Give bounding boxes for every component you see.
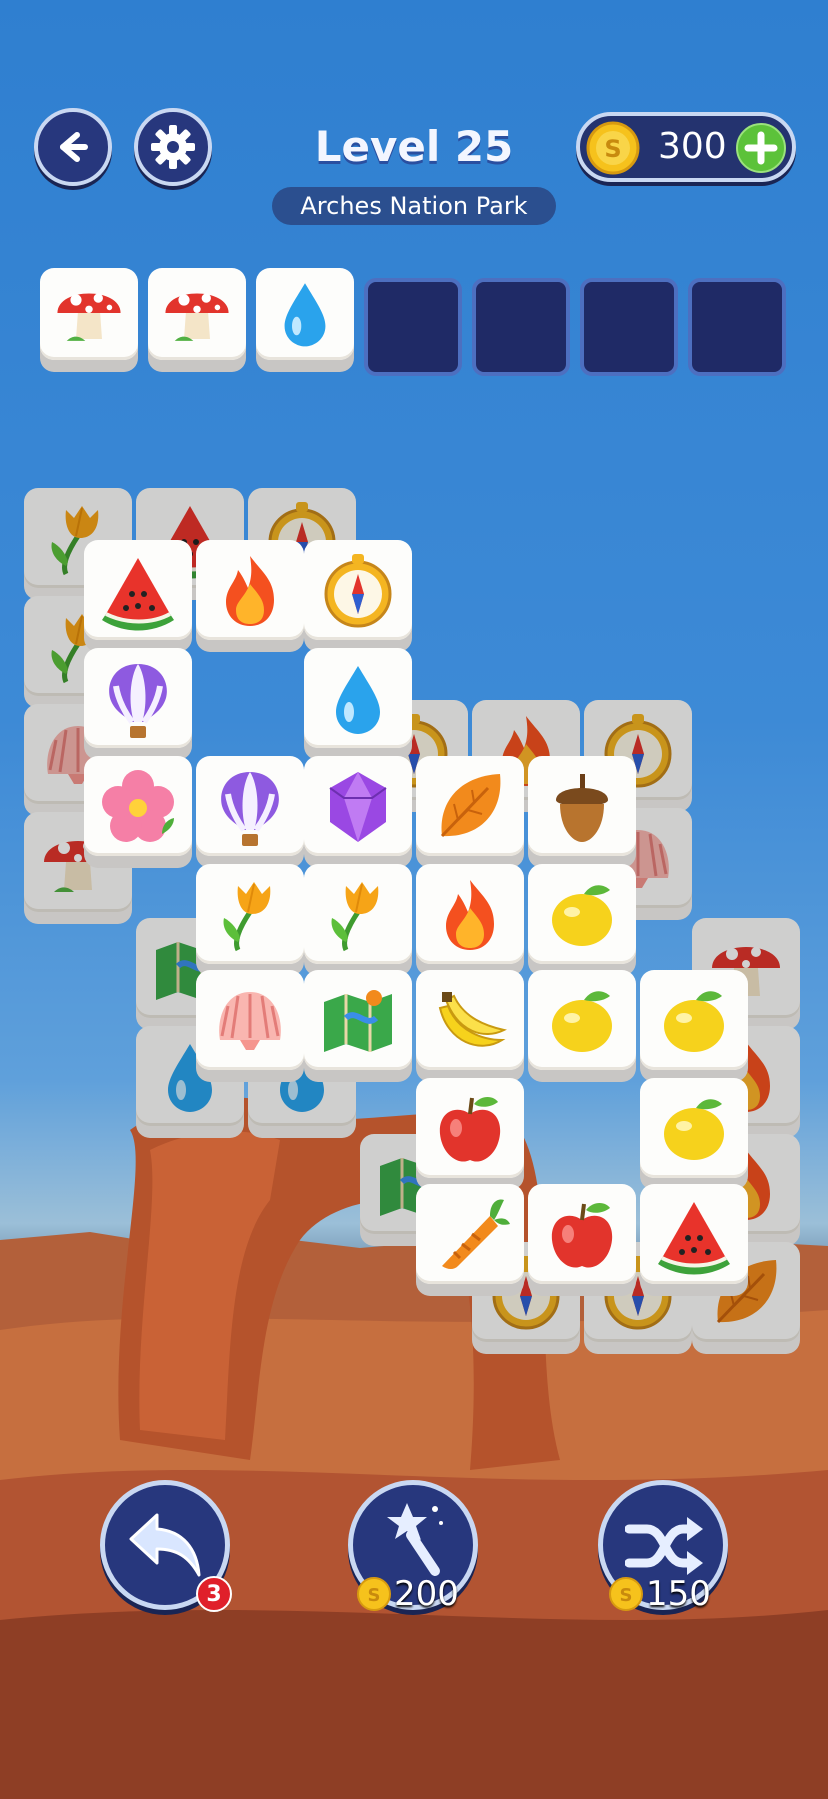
tray-slot-empty bbox=[580, 278, 678, 376]
coin-count: 300 bbox=[658, 126, 727, 167]
tile-tulip[interactable] bbox=[304, 864, 412, 976]
mushroom-icon bbox=[57, 293, 121, 341]
lemon-icon bbox=[664, 991, 724, 1052]
tile-balloon[interactable] bbox=[196, 756, 304, 868]
map-icon bbox=[324, 990, 392, 1052]
tile-shell[interactable] bbox=[196, 970, 304, 1082]
tray-tile-mushroom bbox=[148, 268, 246, 372]
undo-count-badge: 3 bbox=[196, 1576, 232, 1612]
fire-icon bbox=[446, 880, 494, 950]
tile-lemon[interactable] bbox=[640, 1078, 748, 1190]
tile-acorn[interactable] bbox=[528, 756, 636, 868]
tray-slot-empty bbox=[688, 278, 786, 376]
gear-icon bbox=[151, 125, 195, 169]
apple-icon bbox=[439, 1097, 501, 1162]
tile-map[interactable] bbox=[304, 970, 412, 1082]
tile-lemon[interactable] bbox=[640, 970, 748, 1082]
leaf-icon bbox=[440, 774, 501, 838]
back-button[interactable] bbox=[34, 108, 112, 186]
svg-text:S: S bbox=[604, 135, 621, 163]
svg-text:S: S bbox=[620, 1585, 633, 1606]
tile-watermelon[interactable] bbox=[640, 1184, 748, 1296]
tray-tile-mushroom bbox=[40, 268, 138, 372]
plus-icon bbox=[744, 131, 778, 165]
lemon-icon bbox=[664, 1099, 724, 1160]
shuffle-price: 150 bbox=[646, 1574, 711, 1614]
tile-tulip[interactable] bbox=[196, 864, 304, 976]
coin-icon: S bbox=[586, 121, 640, 175]
banana-icon bbox=[438, 992, 507, 1047]
balloon-icon bbox=[109, 664, 167, 738]
location-label: Arches Nation Park bbox=[272, 187, 556, 225]
flower-icon bbox=[102, 770, 174, 842]
tile-flower[interactable] bbox=[84, 756, 192, 868]
apple-icon bbox=[551, 1203, 613, 1268]
magic-wand-price: 200 bbox=[394, 1574, 459, 1614]
tulip-icon bbox=[223, 882, 271, 952]
tulip-icon bbox=[331, 882, 379, 952]
undo-icon bbox=[129, 1513, 201, 1577]
shuffle-icon bbox=[625, 1517, 703, 1575]
fire-icon bbox=[226, 556, 274, 626]
svg-text:S: S bbox=[368, 1585, 381, 1606]
tile-fire[interactable] bbox=[196, 540, 304, 652]
lemon-icon bbox=[552, 885, 612, 946]
gem-icon bbox=[329, 772, 387, 842]
shell-icon bbox=[219, 992, 281, 1050]
watermelon-icon bbox=[658, 1202, 730, 1275]
add-coins-button[interactable] bbox=[736, 123, 786, 173]
coin-icon: S bbox=[609, 1577, 643, 1611]
game-screen: Level 25 Arches Nation Park S 300 3 S 20… bbox=[0, 0, 828, 1799]
water-drop-icon bbox=[284, 283, 326, 347]
tile-fire[interactable] bbox=[416, 864, 524, 976]
tile-carrot[interactable] bbox=[416, 1184, 524, 1296]
mushroom-icon bbox=[165, 293, 229, 341]
compass-icon bbox=[324, 554, 392, 628]
carrot-icon bbox=[442, 1199, 510, 1269]
tile-leaf[interactable] bbox=[416, 756, 524, 868]
tray-slot-empty bbox=[364, 278, 462, 376]
tile-apple[interactable] bbox=[416, 1078, 524, 1190]
coin-icon: S bbox=[357, 1577, 391, 1611]
tray-slot-empty bbox=[472, 278, 570, 376]
watermelon-icon bbox=[102, 558, 174, 631]
acorn-icon bbox=[556, 774, 608, 842]
tile-lemon[interactable] bbox=[528, 864, 636, 976]
coin-balance: S 300 bbox=[576, 112, 796, 182]
tile-lemon[interactable] bbox=[528, 970, 636, 1082]
tile-banana[interactable] bbox=[416, 970, 524, 1082]
settings-button[interactable] bbox=[134, 108, 212, 186]
tile-watermelon[interactable] bbox=[84, 540, 192, 652]
water-drop-icon bbox=[336, 666, 380, 734]
lemon-icon bbox=[552, 991, 612, 1052]
back-arrow-icon bbox=[60, 132, 88, 162]
balloon-icon bbox=[221, 772, 279, 846]
magic-wand-icon bbox=[387, 1503, 443, 1576]
tile-apple[interactable] bbox=[528, 1184, 636, 1296]
tile-compass[interactable] bbox=[304, 540, 412, 652]
level-title: Level 25 bbox=[314, 122, 514, 171]
tray-tile-water-drop bbox=[256, 268, 354, 372]
tile-balloon[interactable] bbox=[84, 648, 192, 760]
tile-gem[interactable] bbox=[304, 756, 412, 868]
tile-water-drop[interactable] bbox=[304, 648, 412, 760]
